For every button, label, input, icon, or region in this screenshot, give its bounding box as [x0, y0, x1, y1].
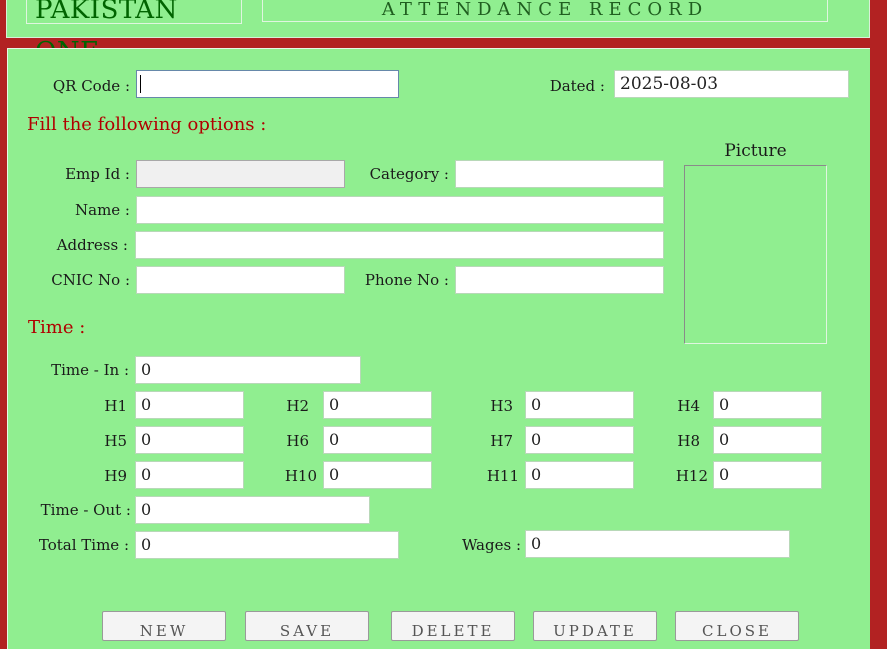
page-title: ATTENDANCE RECORD	[262, 0, 828, 22]
emp-id-label: Emp Id :	[65, 165, 130, 183]
total-time-label: Total Time :	[38, 536, 129, 554]
hour-label: H12	[675, 467, 708, 485]
update-button[interactable]: UPDATE	[533, 611, 657, 641]
hour-label: H1	[104, 397, 127, 415]
wages-label: Wages :	[461, 536, 521, 554]
emp-id-input[interactable]	[136, 160, 345, 188]
cnic-label: CNIC No :	[51, 271, 130, 289]
total-time-input[interactable]: 0	[135, 531, 399, 559]
hour-label: H5	[104, 432, 127, 450]
hour-input[interactable]: 0	[135, 461, 244, 489]
close-button[interactable]: CLOSE	[675, 611, 799, 641]
dated-label: Dated :	[549, 77, 605, 95]
dated-input[interactable]: 2025-08-03	[614, 70, 849, 98]
hour-label: H2	[286, 397, 309, 415]
new-button[interactable]: NEW	[102, 611, 226, 641]
time-in-input[interactable]: 0	[135, 356, 361, 384]
company-name: PAKISTAN ONE	[26, 0, 242, 67]
hour-label: H9	[104, 467, 127, 485]
address-label: Address :	[56, 236, 128, 254]
delete-button[interactable]: DELETE	[391, 611, 515, 641]
address-input[interactable]	[135, 231, 664, 259]
name-input[interactable]	[136, 196, 664, 224]
options-heading: Fill the following options :	[27, 114, 267, 135]
hour-input[interactable]: 0	[713, 461, 822, 489]
time-out-input[interactable]: 0	[135, 496, 370, 524]
qr-code-input[interactable]	[136, 70, 399, 98]
picture-box[interactable]	[684, 165, 827, 344]
qr-code-label: QR Code :	[52, 77, 130, 95]
hour-input[interactable]: 0	[135, 426, 244, 454]
hour-label: H11	[486, 467, 519, 485]
cnic-input[interactable]	[136, 266, 345, 294]
category-label: Category :	[369, 165, 449, 183]
phone-label: Phone No :	[364, 271, 449, 289]
phone-input[interactable]	[455, 266, 664, 294]
hour-label: H7	[490, 432, 513, 450]
hour-label: H3	[490, 397, 513, 415]
save-button[interactable]: SAVE	[245, 611, 369, 641]
category-input[interactable]	[455, 160, 664, 188]
picture-label: Picture	[724, 141, 787, 161]
hour-input[interactable]: 0	[713, 426, 822, 454]
hour-label: H8	[677, 432, 700, 450]
time-out-label: Time - Out :	[40, 501, 131, 519]
hour-input[interactable]: 0	[323, 461, 432, 489]
hour-label: H4	[677, 397, 700, 415]
hour-label: H10	[284, 467, 317, 485]
hour-input[interactable]: 0	[525, 391, 634, 419]
time-heading: Time :	[28, 317, 86, 338]
time-in-label: Time - In :	[51, 361, 129, 379]
hour-input[interactable]: 0	[713, 391, 822, 419]
hour-input[interactable]: 0	[135, 391, 244, 419]
hour-input[interactable]: 0	[323, 391, 432, 419]
hour-input[interactable]: 0	[525, 461, 634, 489]
hour-label: H6	[286, 432, 309, 450]
wages-input[interactable]: 0	[525, 530, 790, 558]
name-label: Name :	[75, 201, 130, 219]
hour-input[interactable]: 0	[525, 426, 634, 454]
hour-input[interactable]: 0	[323, 426, 432, 454]
